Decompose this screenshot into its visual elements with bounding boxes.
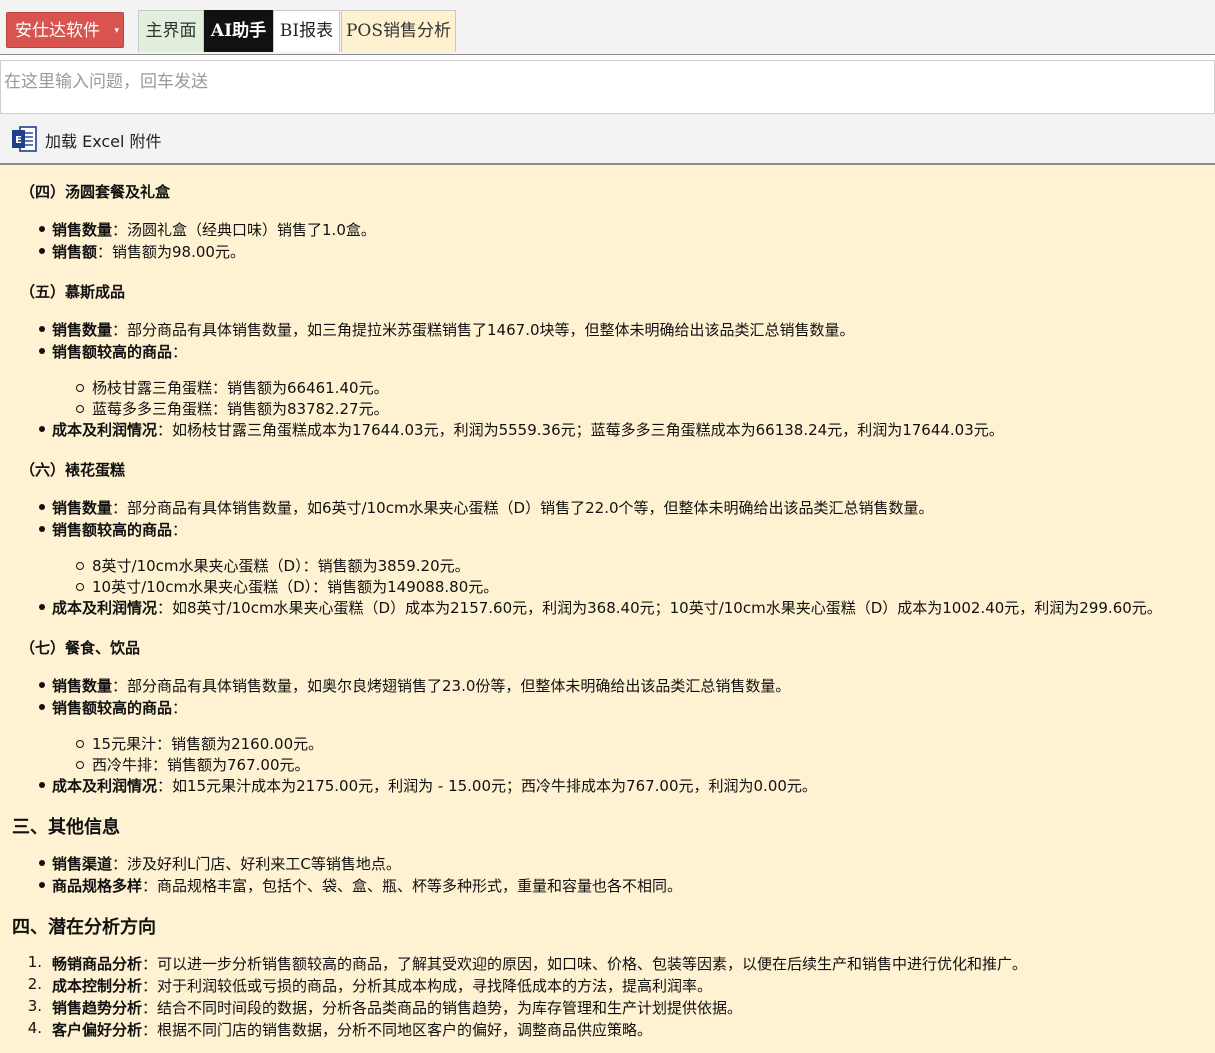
brand-menu-button[interactable]: 安仕达软件 ▾ <box>6 12 124 48</box>
tab-ai-assistant[interactable]: AI助手 <box>204 10 273 52</box>
question-input-placeholder: 在这里输入问题，回车发送 <box>4 72 208 92</box>
sub-list-item: 杨枝甘露三角蛋糕：销售额为66461.40元。 <box>92 379 389 397</box>
section-heading: 三、其他信息 <box>12 817 120 838</box>
list-item: 销售额较高的商品： <box>52 699 188 717</box>
list-number: 2. <box>27 975 42 993</box>
bullet <box>39 882 45 888</box>
bullet <box>39 704 45 710</box>
section-title: （四）汤圆套餐及礼盒 <box>20 183 171 201</box>
list-item: 客户偏好分析：根据不同门店的销售数据，分析不同地区客户的偏好，调整商品供应策略。 <box>52 1021 653 1039</box>
tab-main[interactable]: 主界面 <box>138 10 204 52</box>
list-item: 畅销商品分析：可以进一步分析销售额较高的商品，了解其受欢迎的原因，如口味、价格、… <box>52 955 1028 973</box>
tab-pos-sales-analysis[interactable]: POS销售分析 <box>341 10 456 52</box>
svg-text:E: E <box>15 135 22 146</box>
list-item: 销售数量：部分商品有具体销售数量，如三角提拉米苏蛋糕销售了1467.0块等，但整… <box>52 321 855 339</box>
sub-bullet <box>76 562 84 570</box>
sub-list-item: 西冷牛排：销售额为767.00元。 <box>92 756 310 774</box>
sub-list-item: 10英寸/10cm水果夹心蛋糕（D）：销售额为149088.80元。 <box>92 578 499 596</box>
bullet <box>39 426 45 432</box>
sub-bullet <box>76 761 84 769</box>
list-item: 成本及利润情况：如15元果汁成本为2175.00元，利润为 - 15.00元；西… <box>52 777 817 795</box>
bullet <box>39 682 45 688</box>
ai-response-content: （四）汤圆套餐及礼盒 销售数量：汤圆礼盒（经典口味）销售了1.0盒。 销售额：销… <box>0 165 1215 1053</box>
bullet <box>39 348 45 354</box>
list-item: 成本及利润情况：如8英寸/10cm水果夹心蛋糕（D）成本为2157.60元，利润… <box>52 599 1162 617</box>
bullet <box>39 782 45 788</box>
list-item: 销售额较高的商品： <box>52 521 188 539</box>
list-number: 4. <box>27 1019 42 1037</box>
bullet <box>39 526 45 532</box>
list-item: 销售数量：部分商品有具体销售数量，如6英寸/10cm水果夹心蛋糕（D）销售了22… <box>52 499 934 517</box>
caret-down-icon: ▾ <box>114 26 119 36</box>
sub-bullet <box>76 384 84 392</box>
list-item: 销售趋势分析：结合不同时间段的数据，分析各品类商品的销售趋势，为库存管理和生产计… <box>52 999 743 1017</box>
sub-list-item: 8英寸/10cm水果夹心蛋糕（D）：销售额为3859.20元。 <box>92 557 470 575</box>
list-item: 销售额较高的商品： <box>52 343 188 361</box>
bullet <box>39 226 45 232</box>
section-title: （五）慕斯成品 <box>20 283 126 301</box>
list-number: 3. <box>27 997 42 1015</box>
list-number: 1. <box>27 953 42 971</box>
section-heading: 四、潜在分析方向 <box>12 917 156 938</box>
list-item: 销售渠道：涉及好利L门店、好利来工C等销售地点。 <box>52 855 401 873</box>
tab-bi-report[interactable]: BI报表 <box>273 10 340 52</box>
sub-list-item: 蓝莓多多三角蛋糕：销售额为83782.27元。 <box>92 400 389 418</box>
list-item: 成本及利润情况：如杨枝甘露三角蛋糕成本为17644.03元，利润为5559.36… <box>52 421 1004 439</box>
sub-bullet <box>76 583 84 591</box>
question-input[interactable]: 在这里输入问题，回车发送 <box>0 60 1215 114</box>
section-title: （六）裱花蛋糕 <box>20 461 126 479</box>
brand-label: 安仕达软件 <box>15 21 100 41</box>
attach-bar: E 加载 Excel 附件 <box>0 114 1215 165</box>
list-item: 销售数量：部分商品有具体销售数量，如奥尔良烤翅销售了23.0份等，但整体未明确给… <box>52 677 791 695</box>
sub-list-item: 15元果汁：销售额为2160.00元。 <box>92 735 324 753</box>
sub-bullet <box>76 405 84 413</box>
load-excel-attachment-button[interactable]: 加载 Excel 附件 <box>45 128 162 152</box>
top-bar: 安仕达软件 ▾ 主界面 AI助手 BI报表 POS销售分析 <box>0 0 1215 55</box>
excel-file-icon[interactable]: E <box>11 125 37 153</box>
bullet <box>39 504 45 510</box>
bullet <box>39 604 45 610</box>
section-title: （七）餐食、饮品 <box>20 639 141 657</box>
bullet <box>39 860 45 866</box>
bullet <box>39 248 45 254</box>
sub-bullet <box>76 740 84 748</box>
list-item: 销售额：销售额为98.00元。 <box>52 243 245 261</box>
bullet <box>39 326 45 332</box>
list-item: 成本控制分析：对于利润较低或亏损的商品，分析其成本构成，寻找降低成本的方法，提高… <box>52 977 713 995</box>
list-item: 商品规格多样：商品规格丰富，包括个、袋、盒、瓶、杯等多种形式，重量和容量也各不相… <box>52 877 683 895</box>
list-item: 销售数量：汤圆礼盒（经典口味）销售了1.0盒。 <box>52 221 376 239</box>
